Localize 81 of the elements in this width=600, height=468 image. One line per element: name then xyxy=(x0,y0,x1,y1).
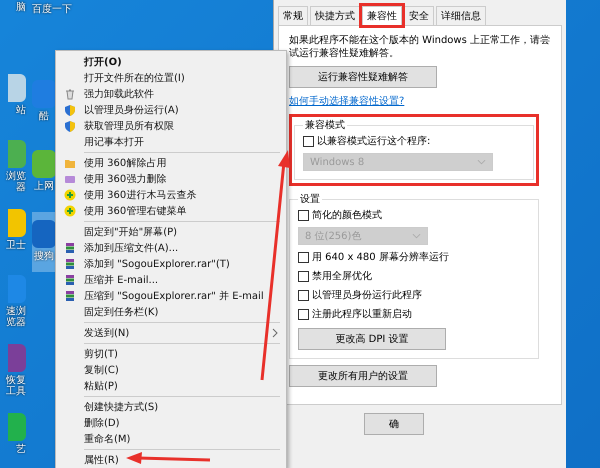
checkbox[interactable] xyxy=(298,308,309,320)
help-link[interactable]: 如何手动选择兼容性设置? xyxy=(289,94,404,108)
desktop-icon[interactable]: 浏览器 xyxy=(0,132,26,195)
desktop-icon[interactable]: 卫士 xyxy=(0,201,26,261)
checkbox-label: 简化的颜色模式 xyxy=(312,208,382,222)
plus-circle-icon xyxy=(64,205,76,217)
checkbox[interactable] xyxy=(298,210,309,220)
archive-icon xyxy=(64,290,76,302)
icon-label: 酷 xyxy=(39,111,49,122)
menu-item[interactable]: 使用 360解除占用 xyxy=(56,155,286,171)
menu-item[interactable]: 使用 360进行木马云查杀 xyxy=(56,187,286,203)
desktop-icon[interactable]: 脑 xyxy=(0,0,26,60)
tab[interactable]: 安全 xyxy=(404,6,434,25)
menu-item[interactable]: 粘贴(P) xyxy=(56,378,286,394)
shredder-icon xyxy=(64,173,76,185)
desktop-icon[interactable]: 艺 xyxy=(0,405,26,465)
icon-label: 恢复工具 xyxy=(4,375,26,397)
icon-label: 脑 xyxy=(16,2,26,13)
folder-icon xyxy=(64,157,76,169)
trash-icon xyxy=(64,88,76,100)
ok-button[interactable]: 确 xyxy=(364,413,424,435)
menu-item[interactable]: 复制(C) xyxy=(56,362,286,378)
icon-label: 百度一下 xyxy=(32,4,72,15)
desktop-icon[interactable]: 速浏览器 xyxy=(0,267,26,330)
chevron-down-icon xyxy=(412,233,421,239)
menu-item[interactable]: 强力卸载此软件 xyxy=(56,86,286,102)
checkbox-label: 以兼容模式运行这个程序: xyxy=(317,134,430,148)
description-text: 如果此程序不能在这个版本的 Windows 上正常工作，请尝试运行兼容性疑难解答。 xyxy=(289,34,551,60)
troubleshoot-button[interactable]: 运行兼容性疑难解答 xyxy=(289,66,437,88)
icon-label: 搜狗 xyxy=(34,251,54,262)
menu-item[interactable]: 属性(R) xyxy=(56,452,286,468)
menu-item[interactable]: 打开文件所在的位置(I) xyxy=(56,70,286,86)
checkbox-label: 用 640 x 480 屏幕分辨率运行 xyxy=(312,250,449,264)
tab[interactable]: 常规 xyxy=(278,6,308,25)
menu-item[interactable]: 删除(D) xyxy=(56,415,286,431)
menu-item[interactable]: 剪切(T) xyxy=(56,346,286,362)
icon-label: 站 xyxy=(16,105,26,116)
menu-item[interactable]: 以管理员身份运行(A) xyxy=(56,102,286,118)
tab[interactable]: 详细信息 xyxy=(436,6,486,25)
checkbox-label: 注册此程序以重新启动 xyxy=(312,308,412,321)
menu-item[interactable]: 压缩并 E-mail... xyxy=(56,272,286,288)
menu-item[interactable]: 使用 360强力删除 xyxy=(56,171,286,187)
menu-item[interactable]: 添加到 "SogouExplorer.rar"(T) xyxy=(56,256,286,272)
icon-label: 速浏览器 xyxy=(5,306,26,328)
checkbox[interactable] xyxy=(298,252,309,262)
menu-item[interactable]: 发送到(N) xyxy=(56,325,286,341)
all-users-button[interactable]: 更改所有用户的设置 xyxy=(289,365,437,387)
menu-item[interactable]: 重命名(M) xyxy=(56,431,286,447)
icon-label: 上网 xyxy=(34,181,54,192)
group-title: 设置 xyxy=(299,192,321,206)
icon-label: 卫士 xyxy=(6,240,26,251)
desktop-icon[interactable]: 恢复工具 xyxy=(0,336,26,399)
menu-item[interactable]: 用记事本打开 xyxy=(56,134,286,150)
checkbox[interactable] xyxy=(298,290,309,300)
menu-item[interactable]: 固定到"开始"屏幕(P) xyxy=(56,224,286,240)
menu-item[interactable]: 压缩到 "SogouExplorer.rar" 并 E-mail xyxy=(56,288,286,304)
chevron-down-icon xyxy=(477,159,486,165)
shield-icon xyxy=(64,104,76,116)
archive-icon xyxy=(64,242,76,254)
archive-icon xyxy=(64,274,76,286)
shield-icon xyxy=(64,120,76,132)
menu-item[interactable]: 创建快捷方式(S) xyxy=(56,399,286,415)
menu-item[interactable]: 使用 360管理右键菜单 xyxy=(56,203,286,219)
menu-item[interactable]: 获取管理员所有权限 xyxy=(56,118,286,134)
dpi-settings-button[interactable]: 更改高 DPI 设置 xyxy=(298,328,446,350)
checkbox-label: 以管理员身份运行此程序 xyxy=(312,288,422,302)
checkbox-label: 禁用全屏优化 xyxy=(312,270,372,283)
archive-icon xyxy=(64,258,76,270)
desktop-icon[interactable]: 站 xyxy=(0,66,26,126)
tab[interactable]: 快捷方式 xyxy=(310,6,360,25)
desktop-icon[interactable]: 酷 xyxy=(32,72,56,132)
tab[interactable]: 兼容性 xyxy=(362,6,402,25)
checkbox[interactable] xyxy=(298,270,309,282)
icon-label: 艺 xyxy=(16,444,26,455)
icon-label: 浏览器 xyxy=(5,171,26,193)
plus-circle-icon xyxy=(64,189,76,201)
checkbox[interactable] xyxy=(303,136,314,146)
menu-item[interactable]: 添加到压缩文件(A)... xyxy=(56,240,286,256)
group-title: 兼容模式 xyxy=(304,118,346,132)
menu-item[interactable]: 固定到任务栏(K) xyxy=(56,304,286,320)
desktop-icon[interactable]: 上网 xyxy=(32,142,56,202)
